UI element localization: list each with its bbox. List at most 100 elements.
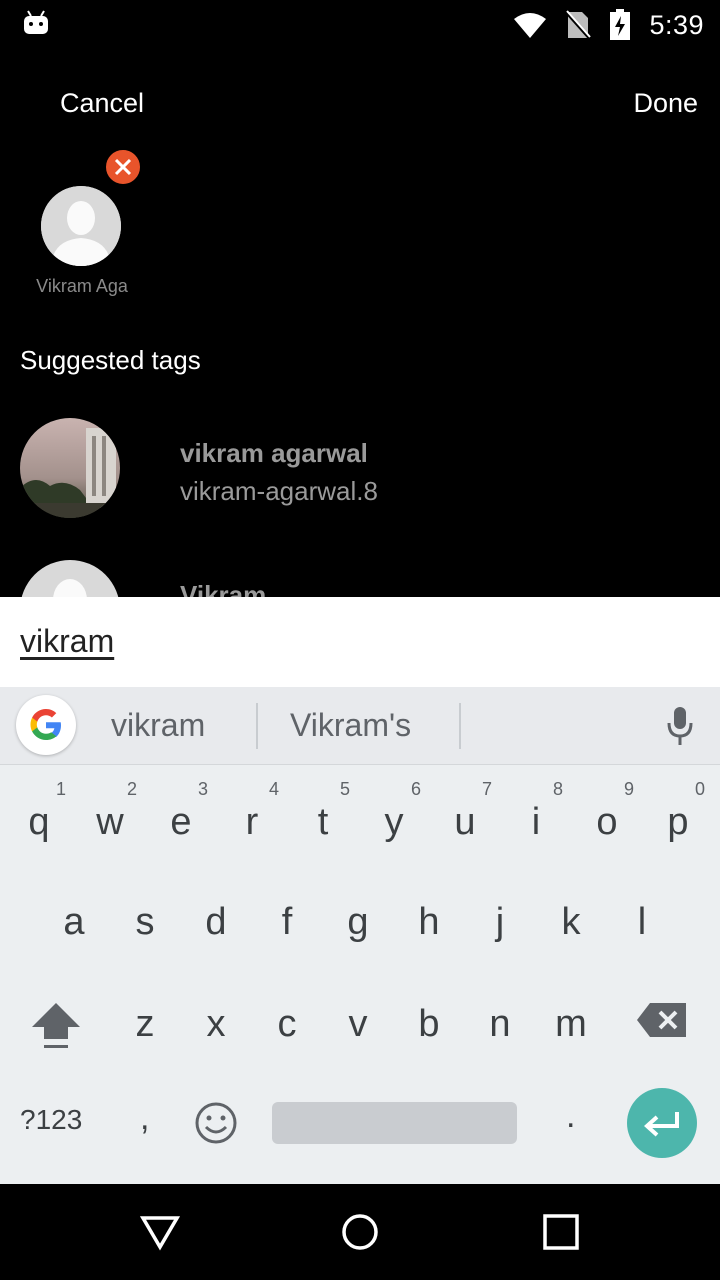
- selected-tag: Vikram Aga: [20, 146, 146, 296]
- key-hint: 3: [197, 779, 208, 799]
- back-icon[interactable]: [140, 1212, 180, 1252]
- divider: [459, 703, 461, 749]
- key-label: j: [495, 901, 505, 943]
- comma-key[interactable]: ,: [140, 1099, 149, 1138]
- key-label: q: [28, 801, 50, 843]
- key-label: c: [277, 1003, 297, 1045]
- key-label: n: [489, 1003, 511, 1045]
- key-h[interactable]: h: [394, 871, 464, 961]
- suggested-tags-title: Suggested tags: [20, 345, 201, 375]
- keyboard-suggestion-strip: vikram Vikram's: [0, 687, 720, 765]
- done-button[interactable]: Done: [633, 88, 698, 119]
- divider: [256, 703, 258, 749]
- key-hint: 6: [410, 779, 421, 799]
- key-label: f: [281, 901, 293, 943]
- key-label: y: [384, 801, 404, 843]
- search-input[interactable]: vikram: [20, 623, 114, 660]
- key-s[interactable]: s: [110, 871, 180, 961]
- key-p[interactable]: 0p: [643, 771, 713, 861]
- key-label: l: [637, 901, 647, 943]
- avatar: [41, 186, 121, 266]
- key-label: o: [596, 801, 618, 843]
- symbols-key[interactable]: ?123: [20, 1104, 82, 1136]
- period-key[interactable]: .: [566, 1097, 575, 1136]
- key-label: a: [63, 901, 85, 943]
- keyboard-suggestion[interactable]: Vikram's: [290, 707, 411, 744]
- close-icon: [114, 158, 132, 176]
- default-avatar-icon: [41, 186, 121, 266]
- recents-icon[interactable]: [541, 1212, 581, 1252]
- key-b[interactable]: b: [394, 973, 464, 1063]
- enter-icon: [644, 1112, 679, 1137]
- key-label: z: [135, 1003, 155, 1045]
- key-label: r: [245, 801, 259, 843]
- key-f[interactable]: f: [252, 871, 322, 961]
- key-l[interactable]: l: [607, 871, 677, 961]
- key-label: i: [531, 801, 541, 843]
- cancel-button[interactable]: Cancel: [60, 88, 144, 119]
- google-icon: [30, 709, 61, 740]
- key-label: e: [170, 801, 192, 843]
- key-hint: 1: [55, 779, 66, 799]
- avatar: [20, 418, 120, 518]
- key-label: u: [454, 801, 476, 843]
- key-label: x: [206, 1003, 226, 1045]
- search-bar: vikram: [0, 597, 720, 687]
- keyboard-suggestion[interactable]: vikram: [111, 707, 205, 744]
- key-x[interactable]: x: [181, 973, 251, 1063]
- key-a[interactable]: a: [39, 871, 109, 961]
- key-hint: 5: [339, 779, 350, 799]
- key-o[interactable]: 9o: [572, 771, 642, 861]
- key-w[interactable]: 2w: [75, 771, 145, 861]
- key-hint: 7: [481, 779, 492, 799]
- key-k[interactable]: k: [536, 871, 606, 961]
- key-label: s: [135, 901, 155, 943]
- backspace-icon[interactable]: [636, 1001, 688, 1039]
- key-label: b: [418, 1003, 440, 1045]
- key-label: k: [561, 901, 581, 943]
- keyboard: vikram Vikram's 1q 2w 3e 4r 5t 6y 7u 8i …: [0, 687, 720, 1184]
- list-item[interactable]: vikram agarwal vikram-agarwal.8: [0, 418, 720, 528]
- key-hint: 8: [552, 779, 563, 799]
- microphone-icon[interactable]: [664, 705, 696, 747]
- android-icon: [24, 10, 48, 34]
- key-y[interactable]: 6y: [359, 771, 429, 861]
- battery-charging-icon: [610, 9, 631, 40]
- key-hint: 0: [694, 779, 705, 799]
- enter-button[interactable]: [627, 1088, 697, 1158]
- emoji-icon[interactable]: [194, 1101, 238, 1145]
- key-d[interactable]: d: [181, 871, 251, 961]
- key-c[interactable]: c: [252, 973, 322, 1063]
- key-g[interactable]: g: [323, 871, 393, 961]
- key-e[interactable]: 3e: [146, 771, 216, 861]
- key-hint: 2: [126, 779, 137, 799]
- space-key[interactable]: [272, 1102, 517, 1144]
- key-label: t: [317, 801, 329, 843]
- key-hint: 9: [623, 779, 634, 799]
- shift-icon[interactable]: [30, 999, 82, 1051]
- key-u[interactable]: 7u: [430, 771, 500, 861]
- key-n[interactable]: n: [465, 973, 535, 1063]
- key-label: p: [667, 801, 689, 843]
- status-bar: 5:39: [0, 0, 720, 50]
- key-m[interactable]: m: [536, 973, 606, 1063]
- key-q[interactable]: 1q: [4, 771, 74, 861]
- home-icon[interactable]: [340, 1212, 380, 1252]
- key-r[interactable]: 4r: [217, 771, 287, 861]
- key-v[interactable]: v: [323, 973, 393, 1063]
- suggestion-username: vikram-agarwal.8: [180, 476, 378, 506]
- key-label: v: [348, 1003, 368, 1045]
- key-t[interactable]: 5t: [288, 771, 358, 861]
- google-search-button[interactable]: [16, 695, 76, 755]
- key-j[interactable]: j: [465, 871, 535, 961]
- navigation-bar: [0, 1184, 720, 1280]
- key-label: m: [555, 1003, 587, 1045]
- wifi-icon: [514, 13, 547, 38]
- no-sim-icon: [565, 10, 592, 40]
- selected-tag-name: Vikram Aga: [36, 276, 128, 296]
- status-time: 5:39: [649, 9, 704, 40]
- remove-tag-button[interactable]: [104, 148, 142, 186]
- key-label: w: [96, 801, 124, 843]
- key-z[interactable]: z: [110, 973, 180, 1063]
- key-i[interactable]: 8i: [501, 771, 571, 861]
